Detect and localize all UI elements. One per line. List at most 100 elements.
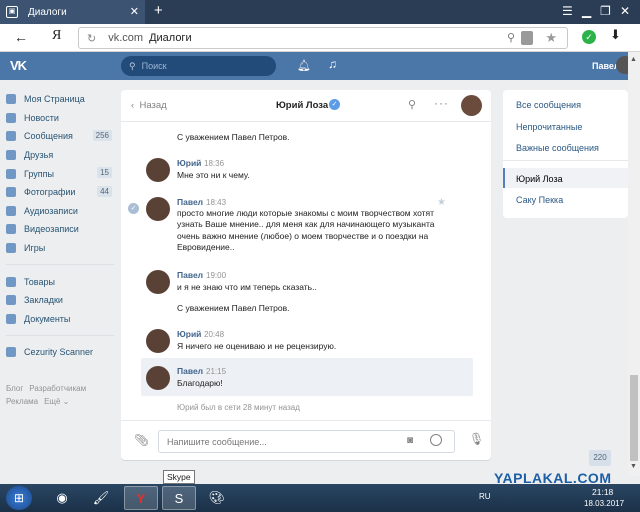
filter-all[interactable]: Все сообщения xyxy=(516,100,581,110)
avatar[interactable] xyxy=(461,95,482,116)
tab-close-icon[interactable]: ✕ xyxy=(130,5,139,18)
brush-taskbar-icon[interactable]: 🖌︎ xyxy=(84,486,118,510)
messages-icon xyxy=(6,131,16,142)
sidebar-item-goods[interactable]: Товары xyxy=(6,272,114,291)
photos-badge: 44 xyxy=(97,185,112,197)
sidebar-item-games[interactable]: Игры xyxy=(6,239,114,258)
footer-blog-link[interactable]: Блог xyxy=(6,384,23,393)
url-domain: vk.com xyxy=(108,32,144,44)
sidebar-item-bookmarks[interactable]: Закладки xyxy=(6,291,114,310)
close-window-button[interactable]: ✕ xyxy=(620,4,630,18)
avatar[interactable] xyxy=(146,270,170,294)
star-icon[interactable]: ★ xyxy=(545,30,557,46)
clock-date[interactable]: 18.03.2017 xyxy=(584,499,624,508)
avatar[interactable] xyxy=(146,329,170,353)
filter-important[interactable]: Важные сообщения xyxy=(516,143,599,153)
camera-icon[interactable]: ◙ xyxy=(407,435,413,446)
maximize-button[interactable]: ❐ xyxy=(600,4,611,18)
last-seen-status: Юрий был в сети 28 минут назад xyxy=(177,403,300,412)
verified-icon: ✓ xyxy=(329,99,340,110)
shop-icon xyxy=(6,276,16,287)
back-arrow-icon[interactable]: ← xyxy=(14,29,28,45)
more-icon[interactable]: ··· xyxy=(434,96,449,110)
vk-search-input[interactable]: ⚲ Поиск xyxy=(121,56,276,76)
chat-panel: ‹ Назад Юрий Лоза ✓ ⚲ ··· С уважением Па… xyxy=(121,90,491,460)
tooltip: Skype xyxy=(163,470,195,484)
document-icon xyxy=(6,313,16,324)
selected-indicator xyxy=(503,168,505,188)
sidebar-item-messages[interactable]: Сообщения 256 xyxy=(6,127,114,146)
music-icon[interactable]: ♫ xyxy=(328,57,337,71)
chat-title[interactable]: Юрий Лоза xyxy=(276,100,328,111)
back-button[interactable]: ‹ Назад xyxy=(131,100,167,111)
browser-tab[interactable]: ▣ Диалоги ✕ xyxy=(0,0,145,24)
avatar[interactable] xyxy=(146,366,170,390)
clock-time[interactable]: 21:18 xyxy=(592,487,613,497)
messages-badge: 256 xyxy=(92,130,112,142)
avatar[interactable] xyxy=(146,158,170,182)
yandex-taskbar-icon[interactable]: Y xyxy=(124,486,158,510)
checkmark-extension-icon[interactable]: ✓ xyxy=(582,30,596,44)
read-check-icon: ✓ xyxy=(128,203,139,214)
filter-unread[interactable]: Непрочитанные xyxy=(516,122,582,132)
bell-icon[interactable]: 🔔︎ xyxy=(297,59,311,72)
sidebar-item-friends[interactable]: Друзья xyxy=(6,146,114,165)
dialog-item[interactable]: Саку Пекка xyxy=(516,195,563,205)
search-placeholder: Поиск xyxy=(141,61,167,71)
sidebar-item-my-page[interactable]: Моя Страница xyxy=(6,90,114,109)
url-page-title: Диалоги xyxy=(149,32,192,44)
sidebar-item-documents[interactable]: Документы xyxy=(6,310,114,329)
windows-start-button[interactable]: ⊞ xyxy=(6,486,32,510)
bookmark-icon[interactable] xyxy=(521,31,533,45)
groups-badge: 15 xyxy=(97,167,112,179)
paperclip-icon[interactable]: 📎︎ xyxy=(134,433,149,447)
yandex-button[interactable]: Я xyxy=(52,28,61,44)
page-scrollbar[interactable]: ▲ ▼ xyxy=(628,52,640,476)
news-icon xyxy=(6,112,16,123)
language-indicator[interactable]: RU xyxy=(479,492,491,501)
paint-taskbar-icon[interactable]: 🎨︎ xyxy=(200,486,234,510)
star-icon[interactable]: ★ xyxy=(437,197,446,208)
sidebar-item-audio[interactable]: Аудиозаписи xyxy=(6,202,114,221)
sidebar-item-cezurity[interactable]: Cezurity Scanner xyxy=(6,343,114,362)
chat-header: ‹ Назад Юрий Лоза ✓ ⚲ ··· xyxy=(121,90,491,122)
chrome-taskbar-icon[interactable]: ◉ xyxy=(45,486,79,510)
right-sidebar: Все сообщения Непрочитанные Важные сообщ… xyxy=(503,90,628,218)
scroll-down-icon[interactable]: ▼ xyxy=(630,463,637,470)
emoji-icon[interactable] xyxy=(430,434,442,446)
scroll-up-icon[interactable]: ▲ xyxy=(630,56,637,63)
dialog-item-selected[interactable]: Юрий Лоза xyxy=(516,174,563,184)
minimize-button[interactable]: ▁ xyxy=(582,4,591,18)
new-tab-button[interactable]: + xyxy=(154,2,163,19)
menu-icon[interactable]: ☰ xyxy=(562,4,573,18)
unread-counter-badge[interactable]: 220 xyxy=(589,450,611,466)
download-icon[interactable]: ⬇ xyxy=(610,27,621,43)
reload-icon[interactable]: ↻ xyxy=(87,32,96,45)
footer-ads-link[interactable]: Реклама xyxy=(6,397,38,406)
avatar[interactable] xyxy=(146,197,170,221)
key-icon[interactable]: ⚲ xyxy=(507,31,515,44)
vk-favicon-icon: ▣ xyxy=(6,6,18,18)
sidebar-item-photos[interactable]: Фотографии 44 xyxy=(6,183,114,202)
scroll-thumb[interactable] xyxy=(630,375,638,461)
address-bar: ← Я ↻ vk.com Диалоги ⚲ ★ xyxy=(0,24,640,52)
compose-area: 📎︎ Напишите сообщение... ◙ 🎙︎ xyxy=(121,420,491,460)
sidebar-item-video[interactable]: Видеозаписи xyxy=(6,220,114,239)
search-icon[interactable]: ⚲ xyxy=(408,98,416,111)
vk-logo[interactable]: VK xyxy=(10,58,27,73)
sidebar-item-news[interactable]: Новости xyxy=(6,109,114,128)
video-icon xyxy=(6,224,16,235)
tab-title: Диалоги xyxy=(28,6,67,18)
message-highlight xyxy=(141,358,473,396)
search-icon: ⚲ xyxy=(129,60,136,71)
microphone-icon[interactable]: 🎙︎ xyxy=(469,432,484,446)
skype-taskbar-icon[interactable]: S xyxy=(162,486,196,510)
url-field[interactable]: ↻ vk.com Диалоги ⚲ ★ xyxy=(78,27,568,49)
footer-links: Блог Разработчикам Реклама Ещё ⌄ xyxy=(6,382,114,408)
footer-devs-link[interactable]: Разработчикам xyxy=(29,384,86,393)
home-icon xyxy=(6,94,16,105)
sidebar-item-groups[interactable]: Группы 15 xyxy=(6,164,114,183)
camera-icon xyxy=(6,187,16,198)
footer-more-link[interactable]: Ещё ⌄ xyxy=(44,397,69,406)
divider xyxy=(503,160,628,161)
